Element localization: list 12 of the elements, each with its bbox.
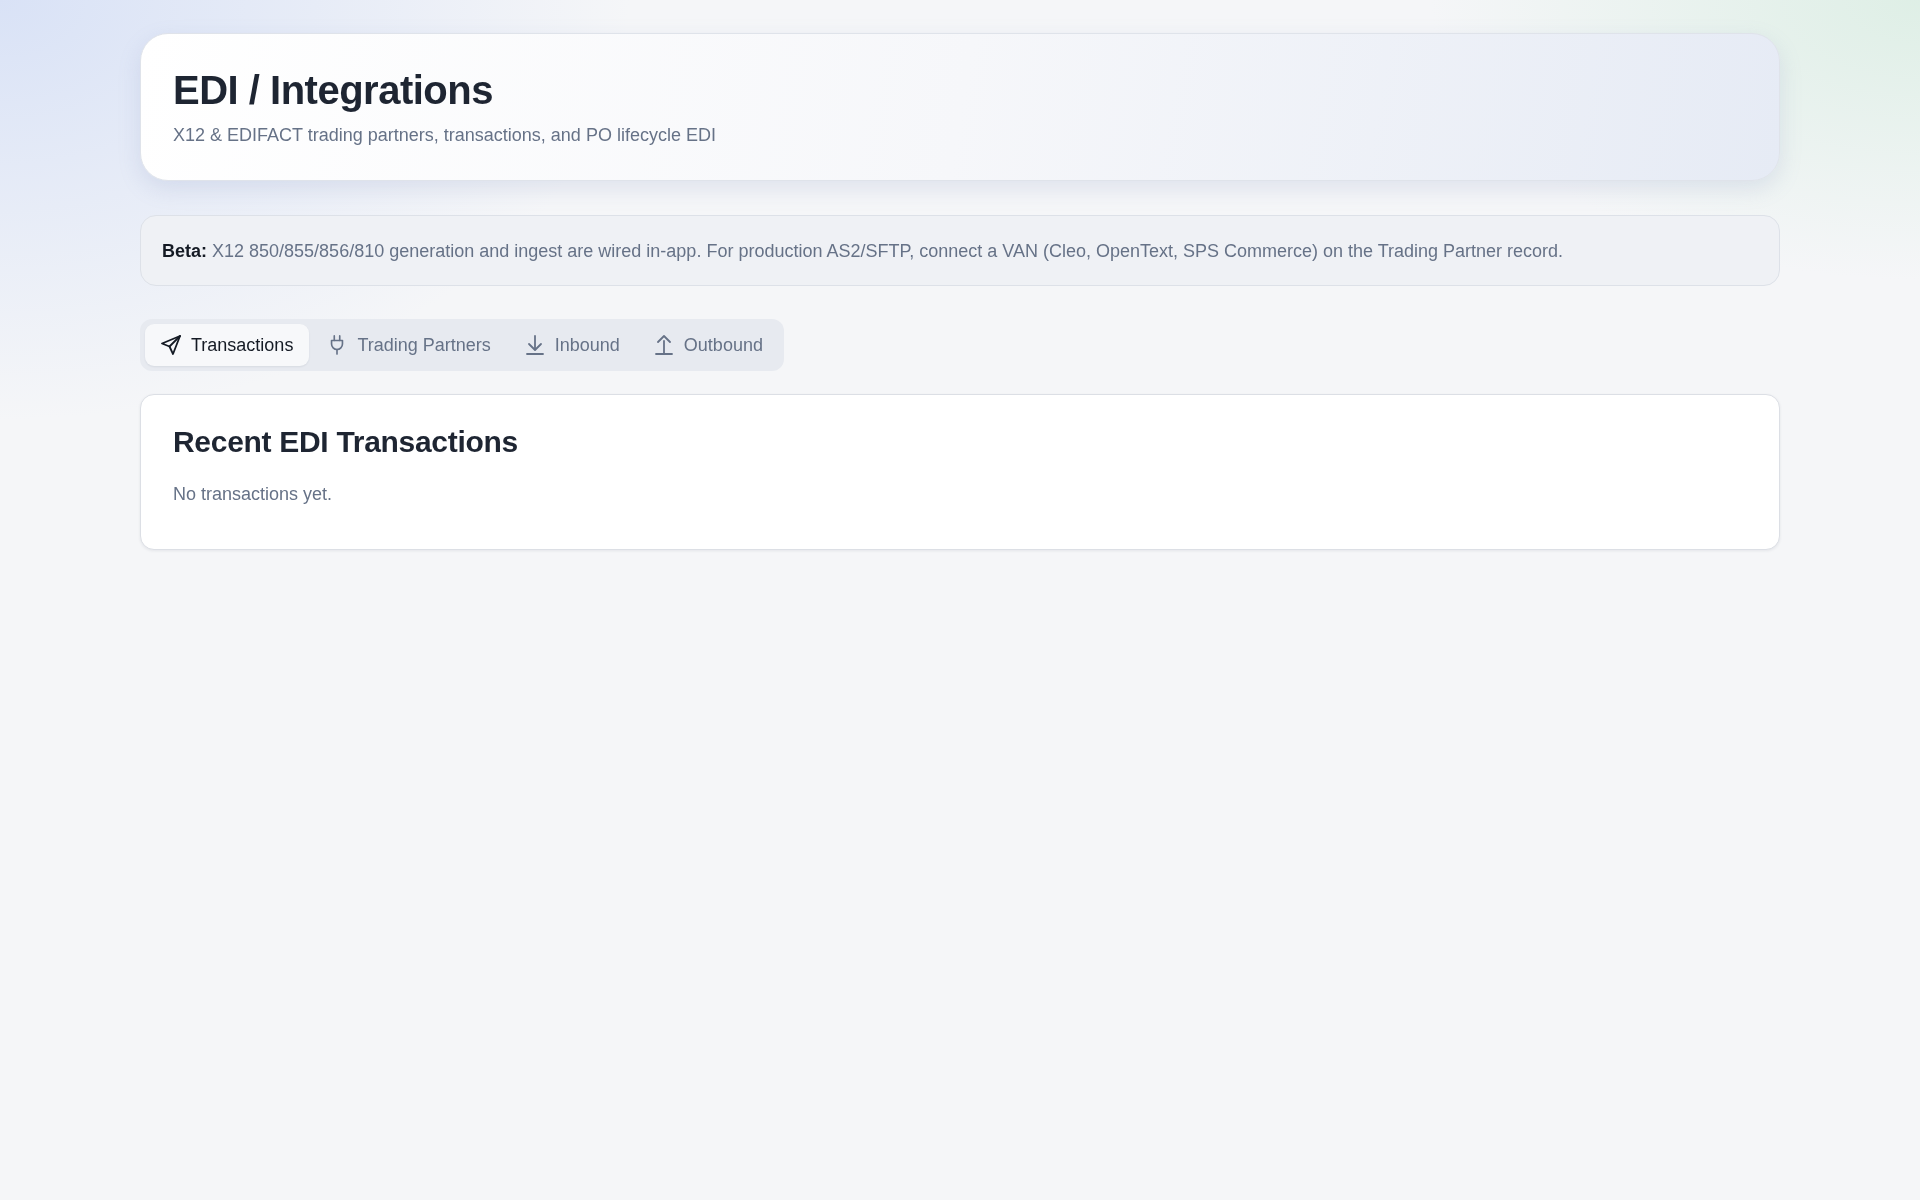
notice-text: Beta: X12 850/855/856/810 generation and ingest are wired in-app. For production AS2/SFTP, connect a VAN (Cleo, OpenText, SPS Commerce) on the Trading Partner record.: [162, 239, 1564, 262]
tab[interactable]: Transactions: [145, 324, 310, 366]
tab[interactable]: Trading Partners: [311, 324, 507, 366]
page-subtitle: X12 & EDIFACT trading partners, transactions, and PO lifecycle EDI: [173, 124, 717, 146]
card-title: Recent EDI Transactions: [173, 424, 519, 460]
send-icon: [161, 335, 181, 355]
tab[interactable]: Inbound: [508, 324, 636, 366]
upload-icon: [653, 335, 674, 355]
page-title: EDI / Integrations: [173, 68, 494, 112]
empty-message: No transactions yet.: [173, 483, 334, 505]
tab[interactable]: Outbound: [637, 324, 779, 366]
download-icon: [524, 335, 545, 355]
